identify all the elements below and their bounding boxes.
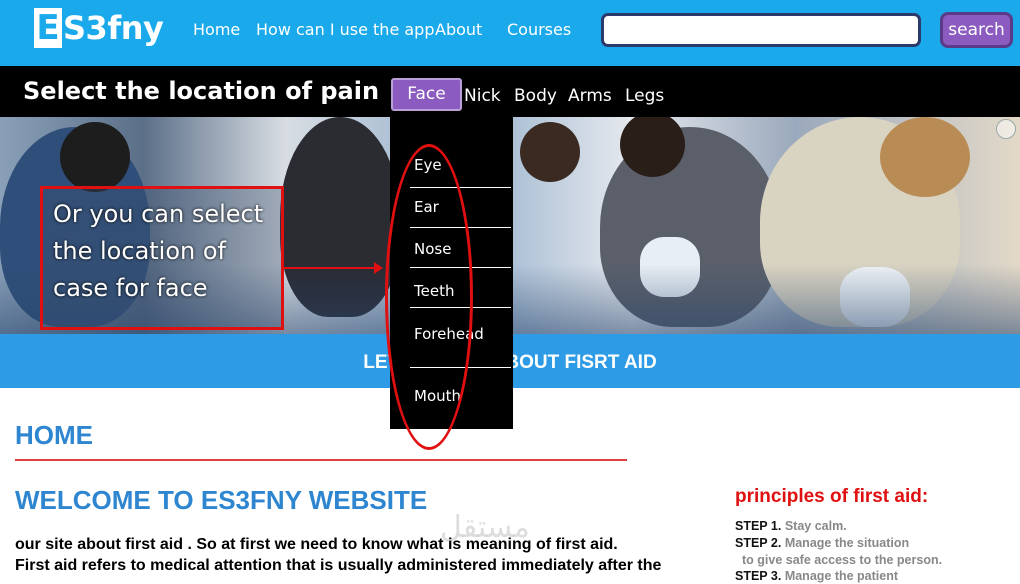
annotation-arrow-head-icon — [374, 262, 383, 274]
principles-heading: principles of first aid: — [735, 486, 929, 507]
logo-letter-e: E — [34, 8, 62, 48]
dropdown-divider — [410, 307, 511, 308]
dropdown-divider — [410, 367, 511, 368]
logo-text: S3fny — [63, 9, 164, 47]
step-label: STEP 3. — [735, 569, 782, 583]
dropdown-divider — [410, 227, 511, 228]
nav-how-to-use[interactable]: How can I use the app — [256, 20, 435, 39]
step-label: STEP 2. — [735, 536, 782, 550]
step-text: Manage the patient — [784, 569, 899, 583]
step-label: STEP 1. — [735, 519, 782, 533]
step-item: STEP 1. Stay calm. — [735, 519, 847, 533]
dropdown-item-nose[interactable]: Nose — [414, 240, 451, 258]
dropdown-item-mouth[interactable]: Mouth — [414, 387, 461, 405]
tab-legs[interactable]: Legs — [625, 86, 664, 106]
home-heading: HOME — [15, 420, 93, 450]
hero-figure — [520, 122, 580, 182]
dropdown-item-forehead[interactable]: Forehead — [414, 325, 484, 343]
dropdown-item-eye[interactable]: Eye — [414, 156, 442, 174]
tab-face[interactable]: Face — [391, 78, 462, 111]
step-text: Stay calm. — [784, 519, 847, 533]
tab-nick[interactable]: Nick — [464, 86, 501, 106]
dropdown-divider — [410, 187, 511, 188]
dropdown-divider — [410, 267, 511, 268]
tab-body[interactable]: Body — [514, 86, 557, 106]
step-item: STEP 2. Manage the situation — [735, 536, 909, 550]
tab-arms[interactable]: Arms — [568, 86, 612, 106]
paragraph-line: First aid refers to medical attention th… — [15, 557, 662, 574]
step-text: to give safe access to the person. — [742, 553, 943, 567]
annotation-arrow — [284, 267, 376, 269]
home-divider — [15, 459, 627, 461]
nav-home[interactable]: Home — [193, 20, 240, 39]
dropdown-item-ear[interactable]: Ear — [414, 198, 439, 216]
location-title: Select the location of pain — [23, 77, 380, 105]
step-item: to give safe access to the person. — [742, 553, 942, 567]
hero-figure — [60, 122, 130, 192]
nav-courses[interactable]: Courses — [507, 20, 571, 39]
nav-about[interactable]: About — [435, 20, 482, 39]
watermark: مستقل — [440, 510, 530, 545]
search-input[interactable] — [601, 13, 921, 47]
search-button[interactable]: search — [940, 12, 1013, 48]
dropdown-item-teeth[interactable]: Teeth — [414, 282, 454, 300]
step-item: STEP 3. Manage the patient — [735, 569, 898, 583]
hero-figure — [880, 117, 970, 197]
step-text: Manage the situation — [784, 536, 910, 550]
face-dropdown-menu: Eye Ear Nose Teeth Forehead Mouth — [390, 117, 513, 429]
annotation-text: Or you can select the location of case f… — [53, 200, 264, 302]
site-logo[interactable]: E S3fny — [34, 8, 164, 48]
welcome-heading: WELCOME TO ES3FNY WEBSITE — [15, 485, 428, 515]
image-settings-icon[interactable] — [996, 119, 1016, 139]
